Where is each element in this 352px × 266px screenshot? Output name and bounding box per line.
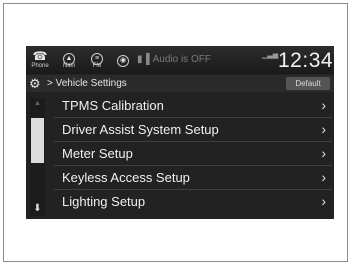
menu-item-label: TPMS Calibration — [62, 98, 164, 113]
breadcrumb-label: Vehicle Settings — [55, 78, 127, 89]
scroll-thumb[interactable] — [31, 118, 44, 163]
audio-status[interactable]: ▮▐ Audio is OFF — [137, 52, 211, 68]
navi-button[interactable]: ▲ Navi — [58, 49, 80, 73]
navi-icon: ▲ — [58, 49, 80, 65]
gear-icon: ⚙ — [29, 76, 41, 91]
menu-item-label: Meter Setup — [62, 146, 133, 161]
phone-icon: ☎ — [32, 49, 48, 63]
menu-item-label: Lighting Setup — [62, 194, 146, 209]
media-icon: ◉ — [112, 51, 134, 67]
signal-icon: ▁▃▅ — [262, 52, 279, 59]
chevron-right-icon: › — [321, 121, 326, 137]
default-button[interactable]: Default — [286, 77, 330, 90]
audio-status-text: Audio is OFF — [152, 54, 211, 65]
media-button[interactable]: ◉ — [112, 51, 134, 75]
chevron-right-icon: › — [321, 169, 326, 185]
breadcrumb: > Vehicle Settings — [47, 78, 127, 89]
chevron-right-icon: › — [321, 145, 326, 161]
scrollbar[interactable]: ▲ ⬇ — [30, 98, 45, 216]
phone-button[interactable]: ☎ Phone — [29, 49, 51, 73]
chevron-right-icon: › — [321, 97, 326, 113]
menu-item-driver-assist-system-setup[interactable]: Driver Assist System Setup › — [54, 118, 332, 142]
scroll-down-icon[interactable]: ⬇ — [30, 202, 45, 216]
chevron-right-icon: › — [321, 193, 326, 209]
speaker-icon: ▮▐ — [137, 54, 150, 65]
menu-item-label: Keyless Access Setup — [62, 170, 190, 185]
menu-item-keyless-access-setup[interactable]: Keyless Access Setup › — [54, 166, 332, 190]
navi-label: Navi — [62, 63, 75, 69]
scroll-up-icon[interactable]: ▲ — [30, 98, 45, 110]
phone-label: Phone — [31, 63, 49, 69]
title-bar: ⚙ > Vehicle Settings Default — [26, 75, 334, 92]
fm-label: FM — [92, 63, 102, 69]
fm-button[interactable]: ≡ FM — [86, 49, 108, 73]
menu-item-lighting-setup[interactable]: Lighting Setup › — [54, 190, 332, 214]
menu-item-label: Driver Assist System Setup — [62, 122, 219, 137]
menu-item-tpms-calibration[interactable]: TPMS Calibration › — [54, 94, 332, 118]
fm-icon: ≡ — [86, 49, 108, 65]
status-bar: ☎ Phone ▲ Navi ≡ FM ◉ ▮▐ Audio is OFF ▁▃▅… — [26, 46, 334, 74]
clock: 12:34 — [278, 49, 334, 72]
infotainment-screen: ☎ Phone ▲ Navi ≡ FM ◉ ▮▐ Audio is OFF ▁▃▅… — [26, 46, 334, 219]
menu-item-meter-setup[interactable]: Meter Setup › — [54, 142, 332, 166]
